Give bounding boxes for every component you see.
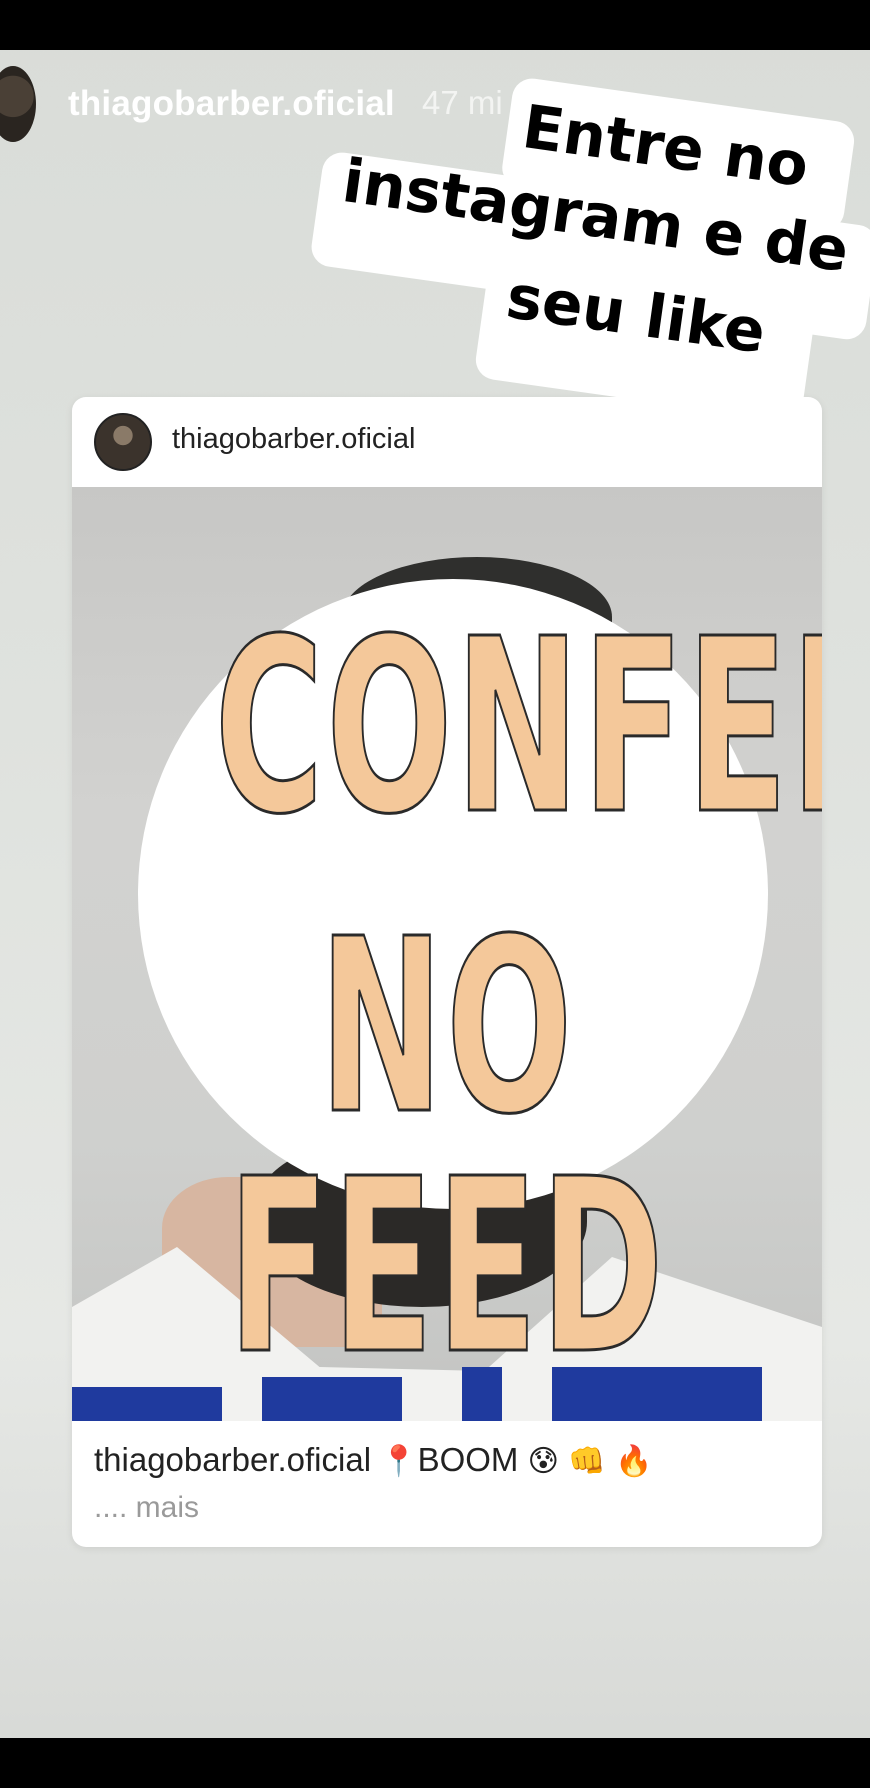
overlay-text-line2: NO FEED	[227, 887, 667, 1407]
caption-text: BOOM	[417, 1441, 519, 1478]
navigation-bar	[0, 1738, 870, 1788]
story-username[interactable]: thiagobarber.oficial	[68, 84, 395, 124]
post-caption: thiagobarber.oficial 📍BOOM 😰 👊 🔥	[94, 1441, 653, 1479]
caption-emojis: 😰 👊 🔥	[527, 1444, 653, 1479]
caption-username[interactable]: thiagobarber.oficial	[94, 1441, 371, 1478]
more-link[interactable]: .... mais	[94, 1491, 199, 1525]
story-timestamp: 47 mi	[422, 84, 503, 121]
story-avatar[interactable]	[0, 66, 36, 142]
post-image[interactable]: CONFERE NO FEED	[72, 487, 822, 1421]
shared-post-card[interactable]: thiagobarber.oficial CONFERE NO FEED thi…	[72, 397, 822, 1547]
pin-icon: 📍	[380, 1444, 418, 1479]
status-bar	[0, 0, 870, 50]
post-header: thiagobarber.oficial	[72, 397, 822, 487]
overlay-text-line1: CONFERE	[214, 587, 822, 867]
post-avatar[interactable]	[94, 413, 152, 471]
post-username[interactable]: thiagobarber.oficial	[172, 423, 415, 456]
